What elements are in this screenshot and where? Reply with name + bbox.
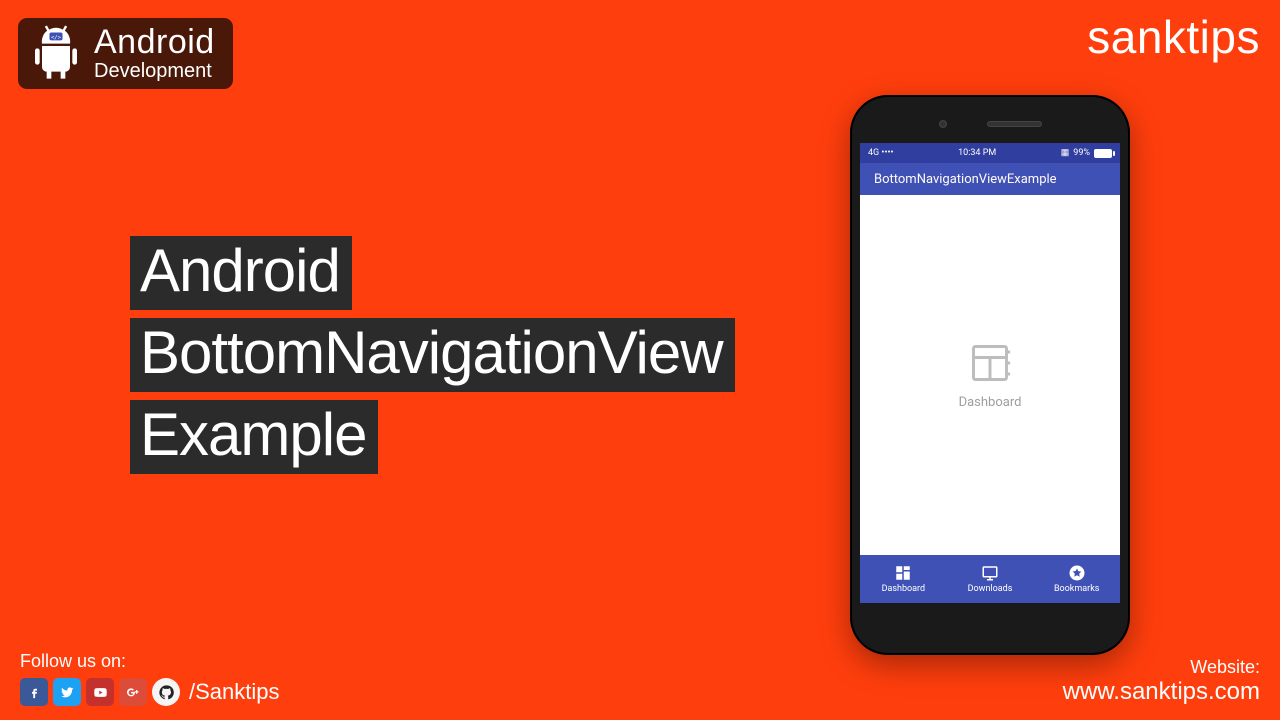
brand-light: sank bbox=[1087, 11, 1186, 63]
follow-block: Follow us on: /Sanktips bbox=[20, 651, 280, 706]
nav-label-downloads: Downloads bbox=[968, 584, 1013, 594]
status-misc-icon: ▦ bbox=[1061, 148, 1070, 158]
status-right: ▦ 99% bbox=[1061, 148, 1112, 158]
screen-content: Dashboard bbox=[860, 195, 1120, 555]
dashboard-icon bbox=[894, 564, 912, 582]
battery-icon bbox=[1094, 149, 1112, 158]
app-bar-title: BottomNavigationViewExample bbox=[874, 172, 1057, 187]
title-line-1: Android bbox=[130, 236, 352, 310]
app-bar: BottomNavigationViewExample bbox=[860, 163, 1120, 195]
nav-item-bookmarks[interactable]: Bookmarks bbox=[1033, 555, 1120, 603]
twitter-icon[interactable] bbox=[53, 678, 81, 706]
status-network: 4G •••• bbox=[868, 148, 894, 158]
phone-speaker-slot-icon bbox=[987, 121, 1042, 127]
badge-subtitle: Development bbox=[94, 61, 215, 82]
signal-dots-icon: •••• bbox=[879, 148, 893, 158]
android-dev-badge: </> Android Development bbox=[18, 18, 233, 89]
nav-item-dashboard[interactable]: Dashboard bbox=[860, 555, 947, 603]
website-label: Website: bbox=[1063, 657, 1260, 678]
phone-screen: 4G •••• 10:34 PM ▦ 99% BottomNavigationV… bbox=[860, 143, 1120, 603]
title-line-3: Example bbox=[130, 400, 378, 474]
phone-bottom-hardware bbox=[860, 603, 1120, 645]
status-bar: 4G •••• 10:34 PM ▦ 99% bbox=[860, 143, 1120, 163]
status-battery-pct: 99% bbox=[1073, 148, 1090, 158]
website-url: www.sanktips.com bbox=[1063, 678, 1260, 706]
googleplus-icon[interactable] bbox=[119, 678, 147, 706]
follow-label: Follow us on: bbox=[20, 651, 280, 672]
bookmarks-icon bbox=[1068, 564, 1086, 582]
title-line-2: BottomNavigationView bbox=[130, 318, 735, 392]
downloads-icon bbox=[981, 564, 999, 582]
status-time: 10:34 PM bbox=[958, 148, 996, 158]
status-net-label: 4G bbox=[868, 148, 879, 158]
nav-label-dashboard: Dashboard bbox=[882, 584, 926, 594]
bottom-navigation: Dashboard Downloads Bookmarks bbox=[860, 555, 1120, 603]
nav-label-bookmarks: Bookmarks bbox=[1054, 584, 1099, 594]
facebook-icon[interactable] bbox=[20, 678, 48, 706]
svg-text:</>: </> bbox=[51, 35, 62, 41]
badge-title: Android bbox=[94, 25, 215, 61]
android-robot-icon: </> bbox=[28, 25, 84, 81]
nav-item-downloads[interactable]: Downloads bbox=[947, 555, 1034, 603]
brand-bold: tips bbox=[1186, 11, 1260, 63]
youtube-icon[interactable] bbox=[86, 678, 114, 706]
page-title: Android BottomNavigationView Example bbox=[130, 236, 735, 474]
site-brand: sanktips bbox=[1087, 10, 1260, 64]
github-icon[interactable] bbox=[152, 678, 180, 706]
social-handle: /Sanktips bbox=[189, 679, 280, 705]
phone-camera-dot-icon bbox=[939, 120, 947, 128]
phone-top-hardware bbox=[860, 105, 1120, 143]
dashboard-large-icon bbox=[968, 341, 1012, 385]
content-label: Dashboard bbox=[959, 395, 1022, 410]
phone-mockup: 4G •••• 10:34 PM ▦ 99% BottomNavigationV… bbox=[850, 95, 1130, 655]
website-block: Website: www.sanktips.com bbox=[1063, 657, 1260, 706]
